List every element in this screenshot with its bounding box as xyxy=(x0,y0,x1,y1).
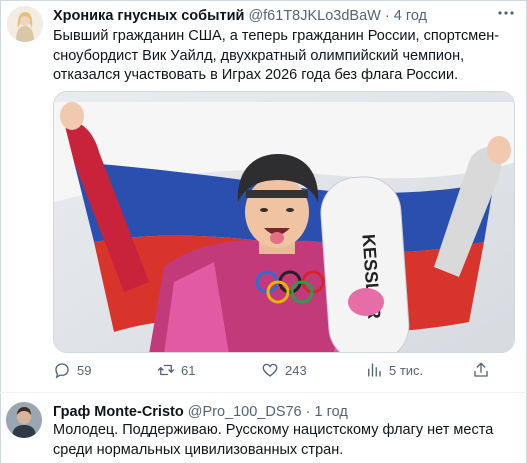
tweet-author-name[interactable]: Хроника гнусных событий xyxy=(53,8,244,24)
like-button[interactable]: 243 xyxy=(261,359,307,381)
like-count: 243 xyxy=(285,362,307,378)
reply-timestamp[interactable]: 1 год xyxy=(315,404,348,420)
share-icon xyxy=(474,362,488,377)
frame-top-border xyxy=(0,0,527,1)
separator-dot: · xyxy=(384,8,390,24)
heart-icon xyxy=(262,363,278,377)
tweet-text: Бывший гражданин США, а теперь гражданин… xyxy=(53,28,500,83)
tweet-photo[interactable]: KESSLER xyxy=(53,91,515,353)
frame-left-border xyxy=(0,0,1,463)
reply-header: Граф Monte-Cristo @Pro_100_DS76 · 1 год xyxy=(53,403,348,421)
reply-author-avatar[interactable] xyxy=(6,402,42,438)
more-options-icon[interactable] xyxy=(497,4,515,22)
tweet-author-handle[interactable]: @f61T8JKLo3dBaW xyxy=(248,8,380,24)
reply-author-handle[interactable]: @Pro_100_DS76 xyxy=(188,404,302,420)
views-button[interactable]: 5 тис. xyxy=(365,359,423,381)
separator-dot: · xyxy=(305,404,311,420)
reply-count: 59 xyxy=(77,362,92,378)
tweet-header: Хроника гнусных событий @f61T8JKLo3dBaW … xyxy=(53,7,427,25)
reply-icon xyxy=(55,363,69,379)
tweet-divider xyxy=(0,392,527,393)
tweet-action-bar: 59 61 243 5 тис. xyxy=(53,359,518,381)
share-button[interactable] xyxy=(472,359,496,381)
views-icon xyxy=(368,363,381,377)
views-count: 5 тис. xyxy=(389,362,424,378)
tweet-timestamp[interactable]: 4 год xyxy=(394,8,427,24)
retweet-count: 61 xyxy=(181,362,196,378)
reply-button[interactable]: 59 xyxy=(53,359,91,381)
retweet-button[interactable]: 61 xyxy=(157,359,195,381)
reply-text: Молодец. Поддерживаю. Русскому нацистско… xyxy=(53,422,494,458)
tweet-author-avatar[interactable] xyxy=(7,6,43,42)
retweet-icon xyxy=(157,364,175,376)
reply-author-name[interactable]: Граф Monte-Cristo xyxy=(53,404,184,420)
